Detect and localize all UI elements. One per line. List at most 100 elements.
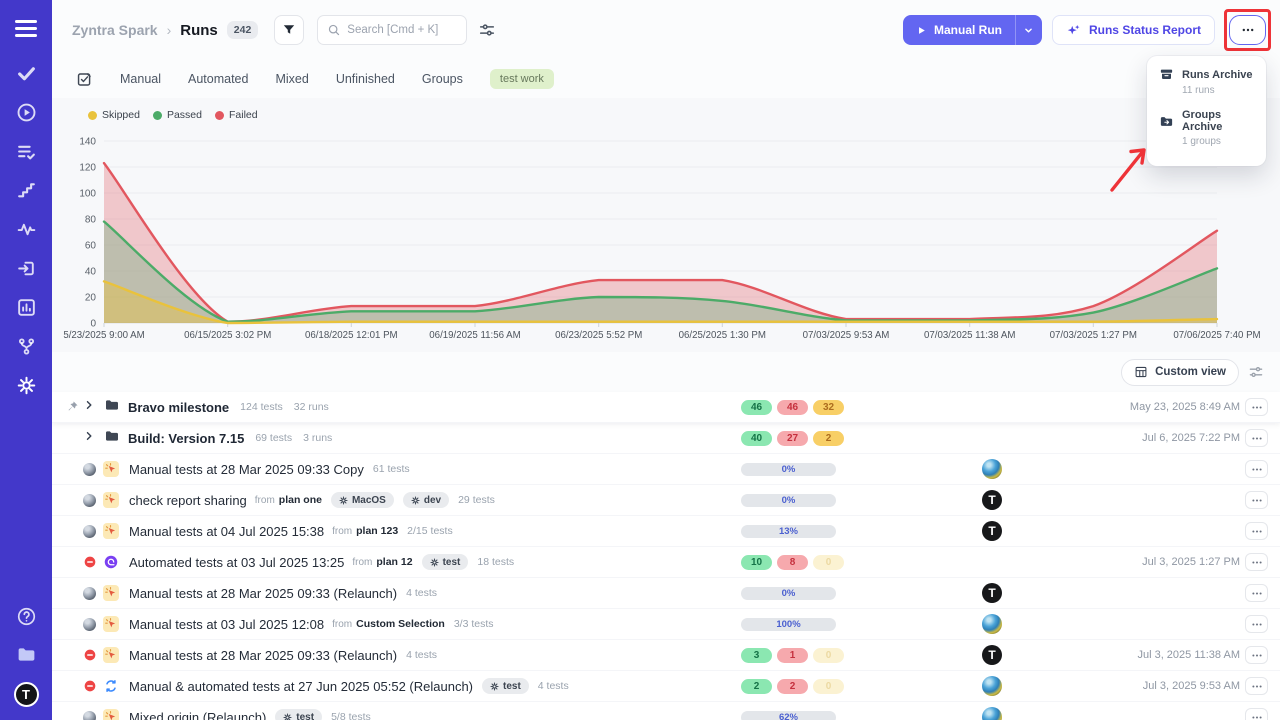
gear-icon <box>430 558 439 567</box>
search-input[interactable] <box>347 24 457 36</box>
row-menu-button[interactable] <box>1245 460 1268 478</box>
run-title[interactable]: Manual tests at 28 Mar 2025 09:33 (Relau… <box>129 648 397 663</box>
breadcrumb-project[interactable]: Zyntra Spark <box>72 22 158 38</box>
passed-count-badge: 10 <box>741 555 772 570</box>
legend-item-passed: Passed <box>153 109 202 121</box>
filter-button[interactable] <box>274 15 304 45</box>
tab-automated[interactable]: Automated <box>188 72 248 86</box>
run-title[interactable]: check report sharing <box>129 493 247 508</box>
run-row[interactable]: Mixed origin (Relaunch)test5/8 tests62% <box>52 702 1280 720</box>
run-row[interactable]: Manual tests at 28 Mar 2025 09:33 Copy61… <box>52 454 1280 485</box>
tab-groups[interactable]: Groups <box>422 72 463 86</box>
row-menu-button[interactable] <box>1245 615 1268 633</box>
run-title[interactable]: Automated tests at 03 Jul 2025 13:25 <box>129 555 344 570</box>
more-actions-button[interactable] <box>1229 15 1266 45</box>
import-icon[interactable] <box>16 258 37 279</box>
manual-run-dropdown-button[interactable] <box>1015 15 1042 45</box>
plan-name[interactable]: plan 12 <box>376 556 412 568</box>
group-title[interactable]: Bravo milestone <box>128 400 229 415</box>
avatar[interactable]: T <box>982 490 1002 510</box>
edit-tabs-icon[interactable] <box>76 71 93 88</box>
bar-chart-icon[interactable] <box>16 297 37 318</box>
plan-name[interactable]: plan 123 <box>356 525 398 537</box>
tests-count: 29 tests <box>458 494 495 506</box>
avatar[interactable]: T <box>982 583 1002 603</box>
avatar[interactable]: T <box>982 645 1002 665</box>
tag-test-work[interactable]: test work <box>490 69 554 89</box>
play-circle-icon[interactable] <box>16 102 37 123</box>
run-title[interactable]: Mixed origin (Relaunch) <box>129 710 266 720</box>
from-label: from <box>255 495 275 506</box>
menu-item-runs-archive[interactable]: Runs Archive11 runs <box>1159 67 1254 96</box>
pulse-icon[interactable] <box>16 219 37 240</box>
row-menu-button[interactable] <box>1245 522 1268 540</box>
view-settings-icon[interactable] <box>1248 364 1264 380</box>
row-menu-button[interactable] <box>1245 491 1268 509</box>
row-menu-button[interactable] <box>1245 553 1268 571</box>
run-row[interactable]: check report sharingfromplan oneMacOSdev… <box>52 485 1280 516</box>
run-title[interactable]: Manual tests at 03 Jul 2025 12:08 <box>129 617 324 632</box>
folder-icon[interactable] <box>16 644 37 665</box>
row-menu-button[interactable] <box>1245 584 1268 602</box>
branch-icon[interactable] <box>16 336 37 357</box>
workspace-logo[interactable]: T <box>14 682 39 707</box>
help-icon[interactable] <box>16 606 37 627</box>
avatar[interactable] <box>982 707 1002 720</box>
run-row[interactable]: Manual tests at 28 Mar 2025 09:33 (Relau… <box>52 640 1280 671</box>
row-menu-button[interactable] <box>1245 398 1268 416</box>
run-row[interactable]: Automated tests at 03 Jul 2025 13:25from… <box>52 547 1280 578</box>
stairs-icon[interactable] <box>16 180 37 201</box>
run-title[interactable]: Manual & automated tests at 27 Jun 2025 … <box>129 679 473 694</box>
group-title[interactable]: Build: Version 7.15 <box>128 431 244 446</box>
private-minus-icon <box>83 648 103 662</box>
failed-count-badge: 46 <box>777 400 808 415</box>
run-row[interactable]: Manual tests at 28 Mar 2025 09:33 (Relau… <box>52 578 1280 609</box>
public-globe-icon <box>83 711 103 720</box>
manual-run-button[interactable]: Manual Run <box>903 15 1015 45</box>
filter-sliders-icon[interactable] <box>478 21 496 39</box>
tab-mixed[interactable]: Mixed <box>275 72 308 86</box>
menu-toggle-icon[interactable] <box>15 16 37 41</box>
menu-item-groups-archive[interactable]: Groups Archive1 groups <box>1159 109 1254 147</box>
run-row[interactable]: Manual tests at 04 Jul 2025 15:38 frompla… <box>52 516 1280 547</box>
row-menu-button[interactable] <box>1245 429 1268 447</box>
svg-text:140: 140 <box>79 137 96 148</box>
tests-count: 4 tests <box>406 649 437 661</box>
tests-count: 2/15 tests <box>407 525 453 537</box>
expand-chevron-icon[interactable] <box>83 429 104 447</box>
group-row[interactable]: Build: Version 7.1569 tests3 runs40272Ju… <box>52 423 1280 454</box>
gear-icon[interactable] <box>16 375 37 396</box>
from-label: from <box>332 526 352 537</box>
group-folder-icon <box>104 397 126 418</box>
run-row[interactable]: Manual & automated tests at 27 Jun 2025 … <box>52 671 1280 702</box>
env-badge: test <box>422 554 469 570</box>
tab-unfinished[interactable]: Unfinished <box>336 72 395 86</box>
skipped-count-badge: 2 <box>813 431 844 446</box>
row-menu-button[interactable] <box>1245 646 1268 664</box>
search-box[interactable] <box>317 15 467 45</box>
check-icon[interactable] <box>16 63 37 84</box>
row-menu-button[interactable] <box>1245 677 1268 695</box>
run-title[interactable]: Manual tests at 28 Mar 2025 09:33 (Relau… <box>129 586 397 601</box>
avatar[interactable] <box>982 459 1002 479</box>
row-menu-button[interactable] <box>1245 708 1268 720</box>
run-row[interactable]: Manual tests at 03 Jul 2025 12:08fromCus… <box>52 609 1280 640</box>
plan-name[interactable]: Custom Selection <box>356 618 445 630</box>
expand-chevron-icon[interactable] <box>83 398 104 416</box>
runs-status-report-button[interactable]: Runs Status Report <box>1052 15 1215 45</box>
group-row[interactable]: Bravo milestone124 tests32 runs464632May… <box>52 392 1280 423</box>
custom-view-button[interactable]: Custom view <box>1121 359 1239 386</box>
result-counts: 310 <box>741 648 844 663</box>
run-title[interactable]: Manual tests at 28 Mar 2025 09:33 Copy <box>129 462 364 477</box>
run-title[interactable]: Manual tests at 04 Jul 2025 15:38 <box>129 524 324 539</box>
tab-manual[interactable]: Manual <box>120 72 161 86</box>
list-check-icon[interactable] <box>16 141 37 162</box>
avatar[interactable]: T <box>982 521 1002 541</box>
gear-icon <box>490 682 499 691</box>
progress-label: 13% <box>741 525 836 538</box>
plan-name[interactable]: plan one <box>279 494 322 506</box>
avatar[interactable] <box>982 676 1002 696</box>
pin-slot <box>66 431 83 445</box>
avatar[interactable] <box>982 614 1002 634</box>
app-root: T Zyntra Spark › Runs 242 Manual Run <box>0 0 1280 720</box>
